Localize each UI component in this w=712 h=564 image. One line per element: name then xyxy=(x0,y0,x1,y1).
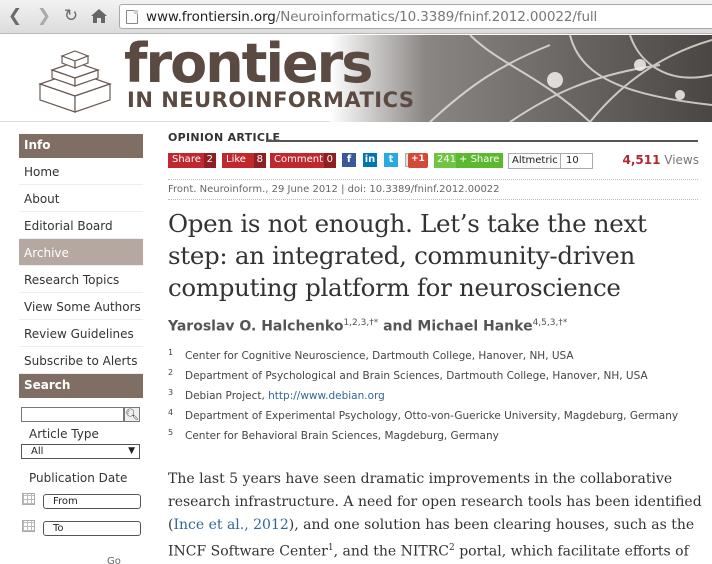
body-text-segment: , and the NITRC xyxy=(333,543,450,560)
date-from-row: From xyxy=(19,487,143,514)
author-affiliation-marks: 1,2,3,†* xyxy=(343,318,379,328)
affiliation-item: 3 Debian Project, http://www.debian.org xyxy=(168,388,712,410)
sidebar-item-home[interactable]: Home xyxy=(19,158,143,185)
article-title: Open is not enough. Let’s take the next … xyxy=(168,209,647,302)
sidebar-search-heading: Search xyxy=(19,374,143,398)
author-affiliation-marks: 4,5,3,†* xyxy=(532,318,568,328)
sidebar-item-subscribe-to-alerts[interactable]: Subscribe to Alerts xyxy=(19,347,143,374)
search-box: 🔍︎ xyxy=(19,398,143,424)
sidebar-item-review-guidelines[interactable]: Review Guidelines xyxy=(19,320,143,347)
frontiers-cube-logo xyxy=(38,50,112,113)
author-conjunction: and xyxy=(383,318,413,335)
affiliation-item: 2 Department of Psychological and Brain … xyxy=(168,368,712,390)
reload-icon[interactable]: ↻ xyxy=(60,5,82,27)
journal-name[interactable]: IN NEUROINFORMATICS xyxy=(127,87,415,113)
sidebar-item-about[interactable]: About xyxy=(19,185,143,212)
address-bar[interactable]: www.frontiersin.org/Neuroinformatics/10.… xyxy=(119,4,712,29)
article-type: OPINION ARTICLE xyxy=(168,131,281,144)
divider xyxy=(266,140,698,142)
citation-line: Front. Neuroinform., 29 June 2012 | doi:… xyxy=(168,184,500,195)
affiliation-item: 5 Center for Behavioral Brain Sciences, … xyxy=(168,428,712,450)
share-count: 2 xyxy=(203,153,216,168)
affiliation-list: 1 Center for Cognitive Neuroscience, Dar… xyxy=(168,348,712,450)
dropdown-arrow-icon: ▼ xyxy=(128,446,135,456)
affiliation-text: Department of Psychological and Brain Sc… xyxy=(185,370,648,382)
article-body-paragraph: The last 5 years have seen dramatic impr… xyxy=(168,468,708,564)
affiliation-text: Center for Cognitive Neuroscience, Dartm… xyxy=(185,350,574,362)
views-count: 4,511 xyxy=(622,153,661,167)
affiliation-text-part: Debian Project, xyxy=(185,390,269,402)
comment-button[interactable]: Comment 0 xyxy=(270,153,336,168)
altmetric-badge[interactable]: Altmetric xyxy=(508,153,561,169)
linkedin-icon[interactable]: in xyxy=(363,153,377,167)
calendar-icon[interactable] xyxy=(22,520,35,532)
share-plus-label: Share xyxy=(470,154,500,165)
comment-count: 0 xyxy=(323,153,336,168)
affiliation-item: 1 Center for Cognitive Neuroscience, Dar… xyxy=(168,348,712,370)
sidebar-item-research-topics[interactable]: Research Topics xyxy=(19,266,143,293)
comment-label: Comment xyxy=(274,154,323,165)
sidebar-info-heading: Info xyxy=(19,134,143,158)
calendar-icon[interactable] xyxy=(22,493,35,505)
article-type-select[interactable]: All ▼ xyxy=(21,444,140,459)
like-label: Like xyxy=(226,154,246,165)
article-type-label: Article Type xyxy=(29,427,99,441)
share-label: Share xyxy=(172,154,201,165)
altmetric-label: Altmetric xyxy=(512,155,558,166)
twitter-icon[interactable]: t xyxy=(384,153,398,167)
sidebar-item-view-some-authors[interactable]: View Some Authors xyxy=(19,293,143,320)
site-banner: frontiers IN NEUROINFORMATICS xyxy=(0,33,712,122)
author-name[interactable]: Yaroslav O. Halchenko xyxy=(168,319,343,335)
affiliation-number: 1 xyxy=(168,348,174,357)
date-to-row: To xyxy=(19,514,143,541)
article-type-row: OPINION ARTICLE xyxy=(168,128,712,148)
article-type-value: All xyxy=(31,446,44,457)
author-list: Yaroslav O. Halchenko1,2,3,†* and Michae… xyxy=(168,318,567,335)
page-icon xyxy=(126,10,138,24)
sidebar-item-archive[interactable]: Archive xyxy=(19,239,143,266)
url-text: www.frontiersin.org/Neuroinformatics/10.… xyxy=(146,9,598,25)
affiliation-text: Center for Behavioral Brain Sciences, Ma… xyxy=(185,430,499,442)
search-input[interactable] xyxy=(21,407,124,422)
author-name[interactable]: Michael Hanke xyxy=(417,319,532,335)
sidebar-item-editorial-board[interactable]: Editorial Board xyxy=(19,212,143,239)
affiliation-number: 4 xyxy=(168,408,174,417)
share-plus-icon: + xyxy=(459,154,471,165)
brand-logo-text[interactable]: frontiers xyxy=(124,33,373,95)
date-to-input[interactable]: To xyxy=(43,521,141,536)
go-button[interactable]: Go xyxy=(107,556,121,564)
affiliation-number: 3 xyxy=(168,388,174,397)
body-text-segment: portal, which facilitate efforts of xyxy=(454,543,689,560)
publication-date-label: Publication Date xyxy=(29,471,128,485)
affiliation-number: 2 xyxy=(168,368,174,377)
share-button[interactable]: Share 2 xyxy=(168,153,216,168)
divider xyxy=(168,179,698,180)
share-toolbar: Share 2 Like 8 Comment 0 f in t ▶ +1 241… xyxy=(168,153,712,175)
browser-toolbar: ❮ ❯ ↻ www.frontiersin.org/Neuroinformati… xyxy=(0,0,712,34)
facebook-icon[interactable]: f xyxy=(342,153,356,167)
citation-link[interactable]: Ince et al., 2012 xyxy=(173,517,288,533)
date-from-input[interactable]: From xyxy=(43,494,141,509)
article-main: OPINION ARTICLE Share 2 Like 8 Comment 0… xyxy=(168,128,712,560)
back-arrow-icon[interactable]: ❮ xyxy=(4,5,26,27)
search-icon[interactable]: 🔍︎ xyxy=(124,407,140,422)
views-counter: 4,511 Views xyxy=(622,153,699,167)
forward-arrow-icon[interactable]: ❯ xyxy=(33,5,55,27)
affiliation-item: 4 Department of Experimental Psychology,… xyxy=(168,408,712,430)
divider xyxy=(168,199,698,200)
like-button[interactable]: Like 8 xyxy=(222,153,266,168)
affiliation-text: Department of Experimental Psychology, O… xyxy=(185,410,679,422)
views-label: Views xyxy=(664,153,699,167)
like-count: 8 xyxy=(253,153,266,168)
debian-link[interactable]: http://www.debian.org xyxy=(268,390,385,402)
home-icon[interactable] xyxy=(88,5,110,27)
affiliation-text: Debian Project, http://www.debian.org xyxy=(185,390,385,402)
google-plus-button[interactable]: +1 xyxy=(408,153,428,168)
share-plus-button[interactable]: + Share xyxy=(456,153,504,168)
affiliation-number: 5 xyxy=(168,428,174,437)
sidebar: Info Home About Editorial Board Archive … xyxy=(19,134,143,541)
altmetric-count: 10 xyxy=(560,153,593,169)
